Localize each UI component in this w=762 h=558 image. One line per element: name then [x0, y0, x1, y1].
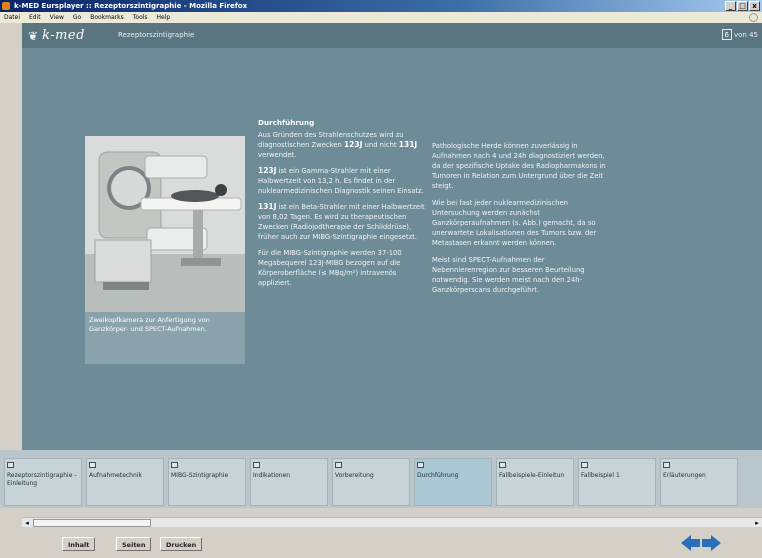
- p1-text-c: verwendet.: [258, 151, 297, 159]
- figure-caption: Zweikopfkamera zur Anfertigung von Ganzk…: [89, 316, 210, 333]
- nav-label: MIBG-Szintigraphie: [171, 472, 229, 479]
- page-title: Rezeptorszintigraphie: [118, 31, 195, 39]
- throbber-icon: [749, 13, 758, 22]
- text-column-right: Pathologische Herde können zuverlässig i…: [432, 141, 607, 302]
- close-button[interactable]: x: [749, 1, 760, 11]
- nav-label: Rezeptorszintigraphie - Einleitung: [7, 472, 77, 487]
- menu-help[interactable]: Help: [157, 12, 171, 23]
- navigation-arrows: [681, 535, 721, 551]
- menu-tools[interactable]: Tools: [133, 12, 148, 23]
- paragraph-1: Aus Gründen des Strahlenschutzes wird zu…: [258, 130, 428, 160]
- nav-label: Fallbeispiel 1: [581, 472, 620, 479]
- scroll-thumb[interactable]: [33, 519, 151, 527]
- p1-text-b: und nicht: [364, 141, 397, 149]
- menu-bar: Datei Edit View Go Bookmarks Tools Help: [0, 12, 762, 23]
- gamma-camera-image: [85, 136, 245, 312]
- page-icon: [253, 462, 260, 468]
- drucken-button[interactable]: Drucken: [160, 537, 203, 551]
- content-area: ❦ k-med Rezeptorszintigraphie 6 von 45 Z…: [22, 23, 762, 450]
- p2-isotope: 123J: [258, 166, 277, 175]
- paragraph-5: Pathologische Herde können zuverlässig i…: [432, 142, 606, 190]
- chapter-navigation: Rezeptorszintigraphie - Einleitung Aufna…: [0, 450, 762, 508]
- page-icon: [335, 462, 342, 468]
- previous-arrow-icon[interactable]: [681, 535, 700, 551]
- logo-mark-icon: ❦: [28, 28, 39, 43]
- page-icon: [499, 462, 506, 468]
- nav-label: Fallbeispiele-Einleitun: [499, 472, 565, 479]
- p2-text: ist ein Gamma-Strahler mit einer Halbwer…: [258, 167, 424, 195]
- nav-item-aufnahmetechnik[interactable]: Aufnahmetechnik: [86, 458, 164, 506]
- paragraph-2: 123J ist ein Gamma-Strahler mit einer Ha…: [258, 166, 428, 196]
- logo-text: k-med: [42, 28, 85, 43]
- page-counter: 6 von 45: [721, 29, 758, 40]
- p1-isotope-2: 131J: [398, 140, 418, 149]
- nav-label: Indikationen: [253, 472, 291, 479]
- page-icon: [581, 462, 588, 468]
- page-icon: [89, 462, 96, 468]
- p3-text: ist ein Beta-Strahler mit einer Halbwert…: [258, 203, 425, 241]
- menu-view[interactable]: View: [50, 12, 64, 23]
- maximize-button[interactable]: □: [737, 1, 748, 11]
- minimize-button[interactable]: _: [725, 1, 736, 11]
- nav-item-fallbeispiele[interactable]: Fallbeispiele-Einleitun: [496, 458, 574, 506]
- window-titlebar: k-MED Eursplayer :: Rezeptorszintigraphi…: [0, 0, 762, 12]
- nav-label: Erläuterungen: [663, 472, 706, 479]
- next-arrow-icon[interactable]: [702, 535, 721, 551]
- section-heading: Durchführung: [258, 118, 315, 127]
- kmed-logo: ❦ k-med: [28, 28, 85, 43]
- nav-item-mibg[interactable]: MIBG-Szintigraphie: [168, 458, 246, 506]
- nav-item-durchfuehrung[interactable]: Durchführung: [414, 458, 492, 506]
- nav-label: Aufnahmetechnik: [89, 472, 142, 479]
- scroll-right-icon[interactable]: ▸: [752, 518, 762, 528]
- page-icon: [417, 462, 424, 468]
- camera-figure: Zweikopfkamera zur Anfertigung von Ganzk…: [85, 136, 245, 364]
- nav-label: Durchführung: [417, 472, 459, 479]
- menu-edit[interactable]: Edit: [29, 12, 41, 23]
- text-column-left: Durchführung Aus Gründen des Strahlensch…: [258, 118, 428, 294]
- browser-window: k-MED Eursplayer :: Rezeptorszintigraphi…: [0, 0, 762, 558]
- page-header: ❦ k-med Rezeptorszintigraphie 6 von 45: [22, 23, 762, 48]
- page-icon: [7, 462, 14, 468]
- paragraph-6: Wie bei fast jeder nuklearmedizinischen …: [432, 199, 597, 247]
- menu-bookmarks[interactable]: Bookmarks: [90, 12, 124, 23]
- paragraph-3: 131J ist ein Beta-Strahler mit einer Hal…: [258, 202, 428, 242]
- menu-file[interactable]: Datei: [4, 12, 20, 23]
- paragraph-7: Meist sind SPECT-Aufnahmen der Nebennier…: [432, 256, 585, 294]
- page-icon: [171, 462, 178, 468]
- nav-item-indikationen[interactable]: Indikationen: [250, 458, 328, 506]
- menu-go[interactable]: Go: [73, 12, 81, 23]
- window-title: k-MED Eursplayer :: Rezeptorszintigraphi…: [14, 2, 248, 10]
- p1-isotope-1: 123J: [343, 140, 363, 149]
- horizontal-scrollbar[interactable]: ◂ ▸: [22, 517, 762, 527]
- footer-bar: Inhalt Seiten Drucken: [0, 528, 762, 558]
- nav-item-fallbeispiel-1[interactable]: Fallbeispiel 1: [578, 458, 656, 506]
- inhalt-button[interactable]: Inhalt: [62, 537, 96, 551]
- p3-isotope: 131J: [258, 202, 277, 211]
- page-total: von 45: [734, 30, 758, 39]
- nav-item-erlaeuterungen[interactable]: Erläuterungen: [660, 458, 738, 506]
- firefox-icon: [2, 2, 10, 10]
- scroll-left-icon[interactable]: ◂: [22, 518, 32, 528]
- nav-item-vorbereitung[interactable]: Vorbereitung: [332, 458, 410, 506]
- paragraph-4: Für die MIBG-Szintigraphie werden 37-100…: [258, 249, 402, 287]
- page-number-input[interactable]: 6: [721, 29, 732, 40]
- seiten-button[interactable]: Seiten: [116, 537, 152, 551]
- page-icon: [663, 462, 670, 468]
- nav-item-einleitung[interactable]: Rezeptorszintigraphie - Einleitung: [4, 458, 82, 506]
- nav-label: Vorbereitung: [335, 472, 374, 479]
